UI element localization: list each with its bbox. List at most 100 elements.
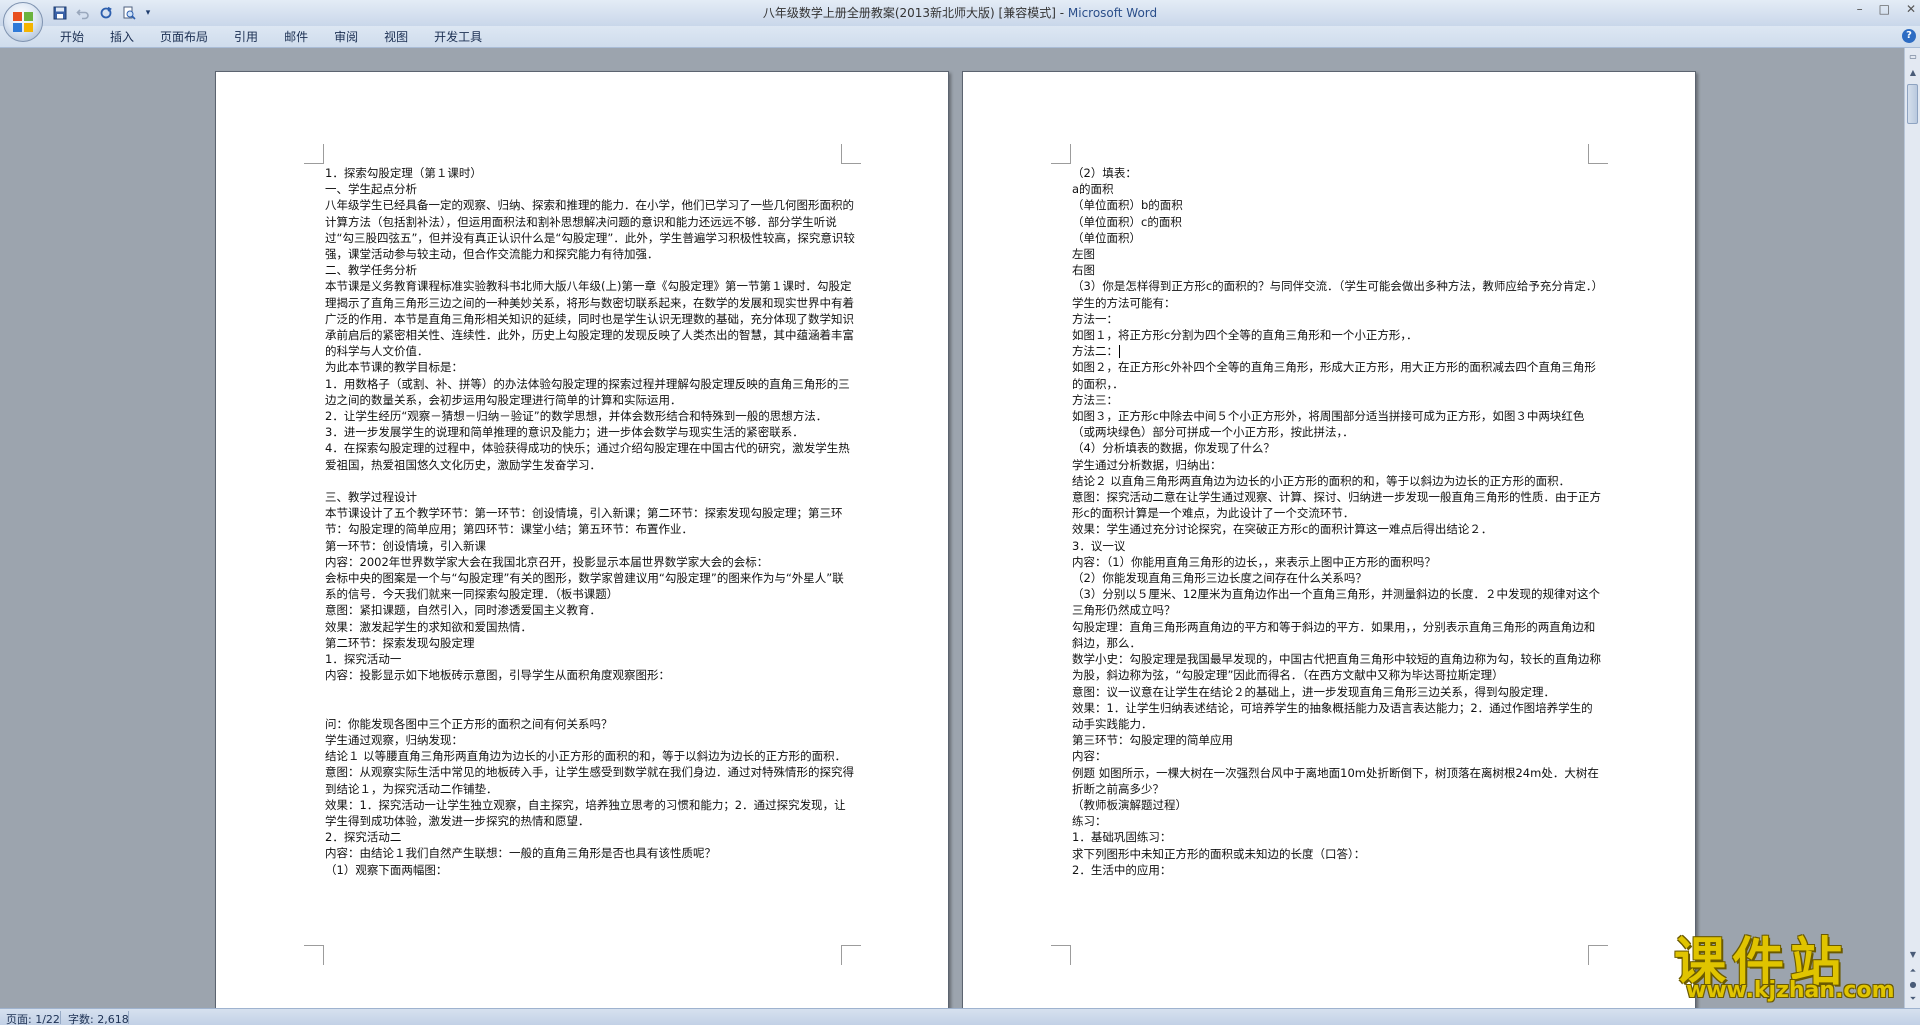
paragraph-text: 意图：探究活动二意在让学生通过观察、计算、探讨、归纳进一步发现一般直角三角形的性… — [1072, 490, 1601, 521]
document-page-2[interactable]: （2）填表： a的面积 （单位面积）b的面积 （单位面积）c的面积 （单位面积） 左图 右图… — [962, 71, 1696, 1008]
vertical-scrollbar[interactable]: ▭ ▲ ▼ ⏶ ● ⏷ — [1904, 48, 1920, 1008]
tab-review[interactable]: 审阅 — [324, 29, 374, 46]
paragraph-line: （单位面积）b的面积 — [1072, 197, 1602, 213]
paragraph-text: 意图：从观察实际生活中常见的地板砖入手，让学生感受到数学就在我们身边．通过对特殊… — [325, 765, 854, 796]
paragraph-text: 结论２ 以直角三角形两直角边为边长的小正方形的面积的和，等于以斜边为边长的正方形… — [1072, 473, 1571, 488]
status-bar: 页面: 1/22 字数: 2,618 — [0, 1008, 1920, 1025]
paragraph-text: 例题 如图所示，一棵大树在一次强烈台风中于离地面10m处折断倒下，树顶落在离树根… — [1072, 765, 1599, 796]
page-1-body-text[interactable]: 1．探索勾股定理（第１课时） 一、学生起点分析 八年级学生已经具备一定的观察、归纳、… — [325, 165, 855, 878]
watermark-url: www.kjzhan.com — [1686, 978, 1895, 1003]
margin-mark — [1588, 144, 1608, 164]
paragraph-text: 2．让学生经历“观察－猜想－归纳－验证”的数学思想，并体会数形结合和特殊到一般的… — [325, 409, 828, 424]
paragraph-text: 效果：1．探究活动一让学生独立观察，自主探究，培养独立思考的习惯和能力；2．通过… — [325, 797, 846, 829]
paragraph-text: （2）填表： — [1072, 166, 1137, 180]
paragraph-text: 本节课设计了五个教学环节：第一环节：创设情境，引入新课；第二环节：探索发现勾股定… — [325, 506, 843, 537]
app-name: Microsoft Word — [1067, 6, 1158, 20]
paragraph-text: 内容：由结论１我们自然产生联想：一般的直角三角形是否也具有该性质呢？ — [325, 846, 716, 861]
page-count[interactable]: 页面: 1/22 — [6, 1011, 60, 1025]
paragraph-text: 内容：（1）你能用直角三角形的边长，，来表示上图中正方形的面积吗？ — [1072, 554, 1436, 569]
paragraph-line: 1．基础巩固练习： — [1072, 829, 1602, 845]
paragraph-text: 学生通过分析数据，归纳出： — [1072, 457, 1222, 472]
paragraph-line: 本节课设计了五个教学环节：第一环节：创设情境，引入新课；第二环节：探索发现勾股定… — [325, 505, 855, 537]
paragraph-line: 一、学生起点分析 — [325, 181, 855, 197]
paragraph-line: 八年级学生已经具备一定的观察、归纳、探索和推理的能力．在小学，他们已学习了一些几… — [325, 197, 855, 262]
office-button[interactable] — [3, 2, 43, 42]
paragraph-text: 如图３，正方形c中除去中间５个小正方形外，将周围部分适当拼接可成为正方形，如图３… — [1072, 409, 1585, 440]
paragraph-text: 第三环节：勾股定理的简单应用 — [1072, 733, 1233, 748]
paragraph-line: 如图３，正方形c中除去中间５个小正方形外，将周围部分适当拼接可成为正方形，如图３… — [1072, 408, 1602, 440]
status-separator — [128, 1011, 129, 1024]
tab-mailings[interactable]: 邮件 — [274, 29, 324, 46]
paragraph-line: 练习： — [1072, 813, 1602, 829]
paragraph-text: （4）分析填表的数据，你发现了什么？ — [1072, 441, 1275, 456]
paragraph-text: （单位面积）b的面积 — [1072, 198, 1183, 213]
close-button[interactable]: ✕ — [1906, 2, 1916, 16]
page-2-body-text[interactable]: （2）填表： a的面积 （单位面积）b的面积 （单位面积）c的面积 （单位面积） 左图 右图… — [1072, 165, 1604, 878]
paragraph-line: （单位面积）c的面积 — [1072, 214, 1602, 230]
paragraph-line: 学生的方法可能有： — [1072, 295, 1602, 311]
scroll-up-icon[interactable]: ▲ — [1906, 66, 1920, 80]
paragraph-line: 二、教学任务分析 — [325, 262, 855, 278]
paragraph-line: 学生通过观察，归纳发现： — [325, 732, 855, 748]
paragraph-text: 第一环节：创设情境，引入新课 — [325, 538, 486, 553]
ruler-toggle-icon[interactable]: ▭ — [1906, 50, 1920, 64]
paragraph-line: 1．用数格子（或割、补、拼等）的办法体验勾股定理的探索过程并理解勾股定理反映的直… — [325, 376, 855, 408]
paragraph-line: 例题 如图所示，一棵大树在一次强烈台风中于离地面10m处折断倒下，树顶落在离树根… — [1072, 765, 1602, 797]
paragraph-text: 数学小史：勾股定理是我国最早发现的，中国古代把直角三角形中较短的直角边称为勾，较… — [1072, 652, 1601, 683]
tab-page-layout[interactable]: 页面布局 — [150, 29, 224, 46]
paragraph-line: （4）分析填表的数据，你发现了什么？ — [1072, 440, 1602, 456]
paragraph-text: 练习： — [1072, 814, 1107, 829]
tab-home[interactable]: 开始 — [50, 29, 100, 46]
paragraph-line: （1）观察下面两幅图： — [325, 862, 855, 878]
tab-insert[interactable]: 插入 — [100, 29, 150, 46]
tab-view[interactable]: 视图 — [374, 29, 424, 46]
tab-references[interactable]: 引用 — [224, 29, 274, 46]
paragraph-text: 学生的方法可能有： — [1072, 295, 1176, 310]
document-workspace: 1．探索勾股定理（第１课时） 一、学生起点分析 八年级学生已经具备一定的观察、归纳、… — [0, 48, 1904, 1008]
paragraph-line: 方法一： — [1072, 311, 1602, 327]
maximize-button[interactable]: □ — [1879, 2, 1890, 16]
paragraph-line: 效果：1．探究活动一让学生独立观察，自主探究，培养独立思考的习惯和能力；2．通过… — [325, 797, 855, 829]
scrollbar-thumb[interactable] — [1907, 84, 1918, 124]
status-separator — [60, 1011, 61, 1024]
paragraph-text: 为此本节课的教学目标是： — [325, 360, 463, 375]
paragraph-text: 2．探究活动二 — [325, 830, 402, 845]
paragraph-line: 为此本节课的教学目标是： — [325, 359, 855, 375]
paragraph-text: 内容：投影显示如下地板砖示意图，引导学生从面积角度观察图形： — [325, 668, 670, 683]
help-icon[interactable]: ? — [1902, 29, 1916, 43]
paragraph-line: 内容：（1）你能用直角三角形的边长，，来表示上图中正方形的面积吗？ — [1072, 554, 1602, 570]
document-page-1[interactable]: 1．探索勾股定理（第１课时） 一、学生起点分析 八年级学生已经具备一定的观察、归纳、… — [215, 71, 949, 1008]
paragraph-line: 左图 — [1072, 246, 1602, 262]
paragraph-text: 2．生活中的应用： — [1072, 862, 1172, 877]
margin-mark — [304, 144, 324, 164]
paragraph-line: 勾股定理：直角三角形两直角边的平方和等于斜边的平方．如果用，，分别表示直角三角形… — [1072, 619, 1602, 651]
paragraph-line: 3．议一议 — [1072, 538, 1602, 554]
paragraph-line: 效果：1．让学生归纳表述结论，可培养学生的抽象概括能力及语言表达能力；2．通过作… — [1072, 700, 1602, 732]
paragraph-text: 会标中央的图案是一个与“勾股定理”有关的图形，数学家曾建议用“勾股定理”的图来作… — [325, 571, 844, 602]
paragraph-text: 3．议一议 — [1072, 538, 1126, 553]
word-count[interactable]: 字数: 2,618 — [68, 1011, 129, 1025]
paragraph-text: 1．探索勾股定理（第１课时） — [325, 166, 482, 180]
title-bar: ▾ 八年级数学上册全册教案(2013新北师大版) [兼容模式] - Micros… — [0, 0, 1920, 26]
paragraph-text: 右图 — [1072, 263, 1095, 278]
paragraph-line: 意图：从观察实际生活中常见的地板砖入手，让学生感受到数学就在我们身边．通过对特殊… — [325, 764, 855, 796]
paragraph-text: 如图２，在正方形c外补四个全等的直角三角形，形成大正方形，用大正方形的面积减去四… — [1072, 360, 1596, 391]
paragraph-text: 1．基础巩固练习： — [1072, 830, 1172, 845]
minimize-button[interactable]: – — [1857, 2, 1863, 16]
paragraph-line: 第三环节：勾股定理的简单应用 — [1072, 732, 1602, 748]
tab-developer[interactable]: 开发工具 — [424, 29, 498, 46]
paragraph-line: 第一环节：创设情境，引入新课 — [325, 538, 855, 554]
paragraph-line: 方法二： — [1072, 343, 1602, 359]
margin-mark — [841, 945, 861, 965]
paragraph-line: 方法三： — [1072, 392, 1602, 408]
paragraph-text: 一、学生起点分析 — [325, 182, 417, 197]
window-controls: – □ ✕ — [1857, 2, 1916, 16]
paragraph-line: 内容：投影显示如下地板砖示意图，引导学生从面积角度观察图形： — [325, 667, 855, 683]
paragraph-text: 3．进一步发展学生的说理和简单推理的意识及能力；进一步体会数学与现实生活的紧密联… — [325, 425, 804, 440]
paragraph-text: 效果：激发起学生的求知欲和爱国热情． — [325, 619, 532, 634]
paragraph-line: （教师板演解题过程） — [1072, 797, 1602, 813]
paragraph-text: （3）你是怎样得到正方形c的面积的？与同伴交流．（学生可能会做出多种方法，教师应… — [1072, 279, 1604, 294]
paragraph-line: （3）分别以５厘米、12厘米为直角边作出一个直角三角形，并测量斜边的长度．２中发… — [1072, 586, 1602, 618]
margin-mark — [1051, 945, 1071, 965]
paragraph-text: 如图１，将正方形c分割为四个全等的直角三角形和一个小正方形，． — [1072, 328, 1418, 343]
